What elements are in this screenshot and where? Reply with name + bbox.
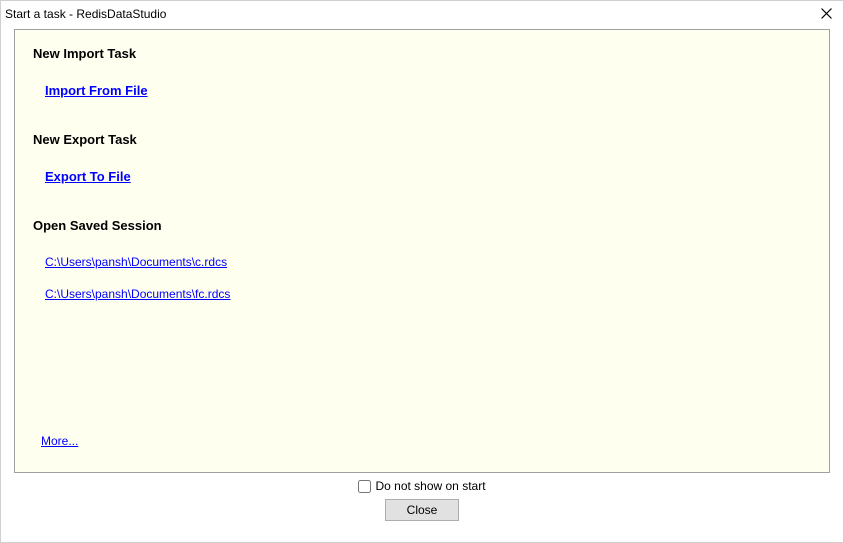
- footer: Do not show on start Close: [1, 479, 843, 521]
- window-title: Start a task - RedisDataStudio: [3, 5, 166, 21]
- do-not-show-checkbox-row[interactable]: Do not show on start: [358, 479, 485, 493]
- export-heading: New Export Task: [33, 132, 811, 147]
- import-from-file-link[interactable]: Import From File: [45, 83, 148, 98]
- more-link[interactable]: More...: [41, 434, 78, 448]
- titlebar: Start a task - RedisDataStudio: [1, 1, 843, 25]
- window-close-button[interactable]: [817, 4, 835, 22]
- import-heading: New Import Task: [33, 46, 811, 61]
- close-icon: [821, 8, 832, 19]
- do-not-show-checkbox[interactable]: [358, 480, 371, 493]
- do-not-show-label: Do not show on start: [375, 479, 485, 493]
- close-button[interactable]: Close: [385, 499, 459, 521]
- session-link[interactable]: C:\Users\pansh\Documents\c.rdcs: [45, 255, 811, 269]
- sessions-heading: Open Saved Session: [33, 218, 811, 233]
- content-panel: New Import Task Import From File New Exp…: [14, 29, 830, 473]
- dialog-window: Start a task - RedisDataStudio New Impor…: [0, 0, 844, 543]
- export-to-file-link[interactable]: Export To File: [45, 169, 131, 184]
- session-link[interactable]: C:\Users\pansh\Documents\fc.rdcs: [45, 287, 811, 301]
